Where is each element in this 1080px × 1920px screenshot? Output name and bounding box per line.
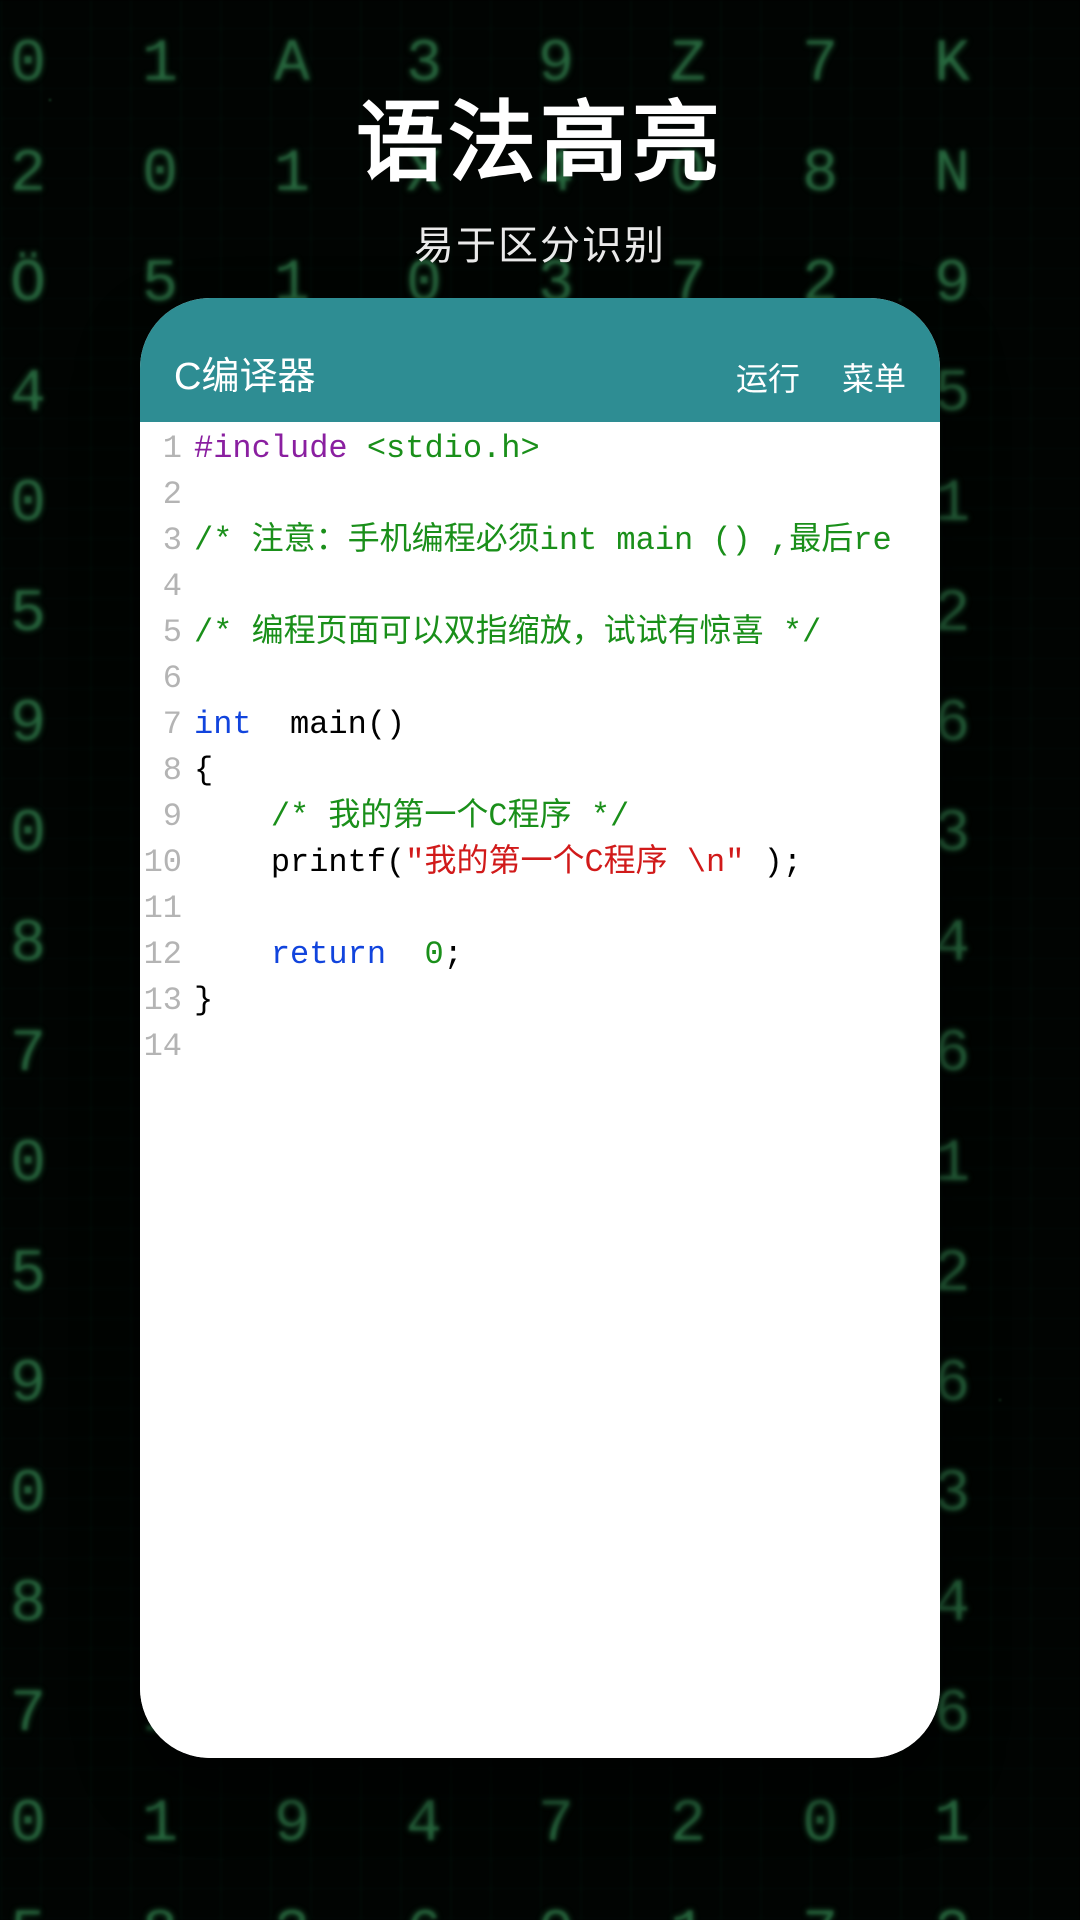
code-line: 7int main(): [140, 702, 940, 748]
code-line: 9 /* 我的第一个C程序 */: [140, 794, 940, 840]
code-content: #include <stdio.h>: [194, 426, 940, 472]
code-line: 13}: [140, 978, 940, 1024]
code-line: 8{: [140, 748, 940, 794]
code-content: {: [194, 748, 940, 794]
hero: 语法高亮 易于区分识别: [0, 72, 1080, 271]
code-line: 1#include <stdio.h>: [140, 426, 940, 472]
code-line: 2: [140, 472, 940, 518]
line-number: 4: [140, 564, 194, 610]
line-number: 8: [140, 748, 194, 794]
line-number: 2: [140, 472, 194, 518]
code-content: [194, 472, 940, 518]
code-line: 12 return 0;: [140, 932, 940, 978]
line-number: 3: [140, 518, 194, 564]
line-number: 7: [140, 702, 194, 748]
code-content: [194, 1024, 940, 1070]
code-content: printf("我的第一个C程序 \n" );: [194, 840, 940, 886]
phone-frame: C编译器 运行 菜单 1#include <stdio.h>23/* 注意：手机…: [140, 298, 940, 1758]
code-content: [194, 886, 940, 932]
run-button[interactable]: 运行: [736, 354, 800, 400]
line-number: 12: [140, 932, 194, 978]
code-content: return 0;: [194, 932, 940, 978]
code-line: 10 printf("我的第一个C程序 \n" );: [140, 840, 940, 886]
line-number: 6: [140, 656, 194, 702]
code-line: 5/* 编程页面可以双指缩放，试试有惊喜 */: [140, 610, 940, 656]
code-line: 4: [140, 564, 940, 610]
line-number: 11: [140, 886, 194, 932]
line-number: 5: [140, 610, 194, 656]
code-content: [194, 656, 940, 702]
code-content: /* 我的第一个C程序 */: [194, 794, 940, 840]
app-bar-actions: 运行 菜单: [736, 354, 906, 400]
code-editor[interactable]: 1#include <stdio.h>23/* 注意：手机编程必须int mai…: [140, 422, 940, 1758]
hero-title: 语法高亮: [0, 72, 1080, 199]
code-content: /* 注意：手机编程必须int main () ,最后re: [194, 518, 940, 564]
code-content: /* 编程页面可以双指缩放，试试有惊喜 */: [194, 610, 940, 656]
code-line: 3/* 注意：手机编程必须int main () ,最后re: [140, 518, 940, 564]
code-content: int main(): [194, 702, 940, 748]
line-number: 9: [140, 794, 194, 840]
code-line: 14: [140, 1024, 940, 1070]
code-line: 11: [140, 886, 940, 932]
hero-subtitle: 易于区分识别: [0, 213, 1080, 271]
app-title: C编译器: [174, 345, 736, 400]
line-number: 10: [140, 840, 194, 886]
line-number: 14: [140, 1024, 194, 1070]
app-bar: C编译器 运行 菜单: [140, 298, 940, 422]
code-content: [194, 564, 940, 610]
menu-button[interactable]: 菜单: [842, 354, 906, 400]
code-content: }: [194, 978, 940, 1024]
line-number: 1: [140, 426, 194, 472]
code-line: 6: [140, 656, 940, 702]
line-number: 13: [140, 978, 194, 1024]
